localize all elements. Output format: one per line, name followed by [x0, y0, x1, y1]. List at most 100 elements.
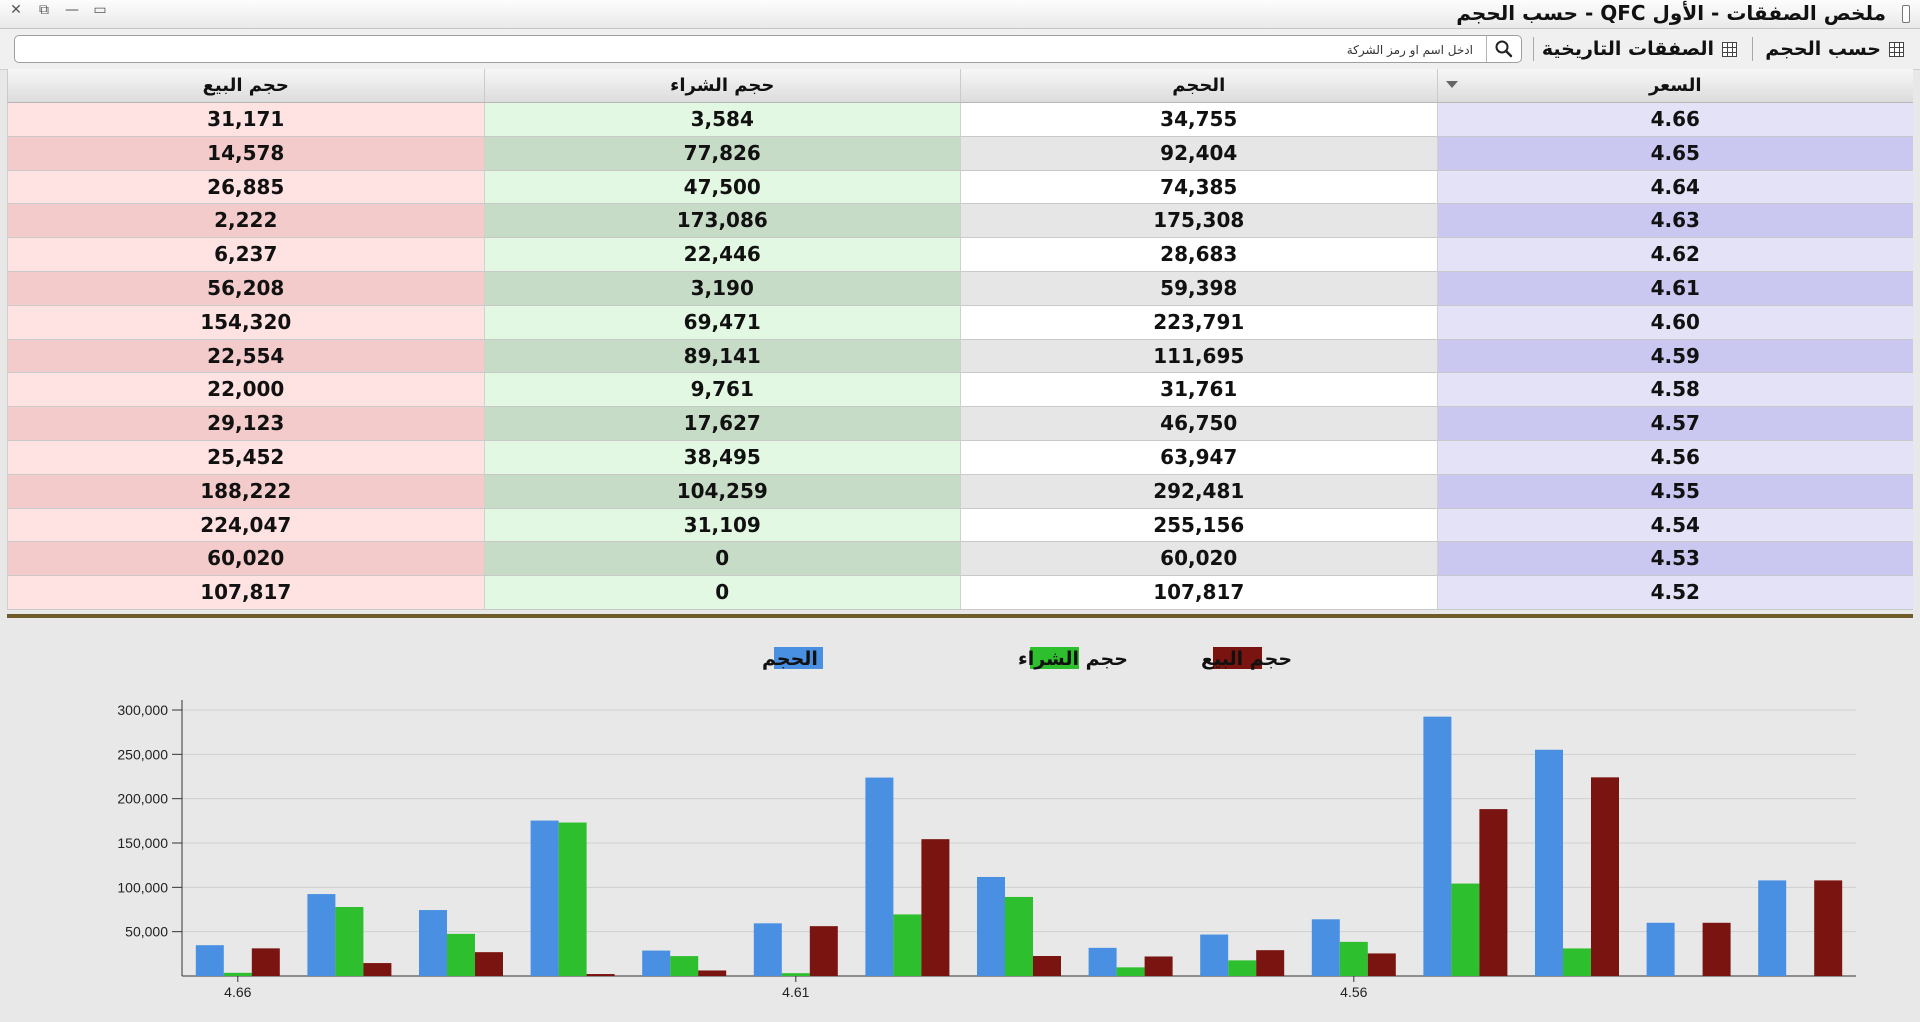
window-controls: ✕ ⧉ — ▭: [8, 1, 108, 19]
sell-volume-cell: 31,171: [7, 103, 484, 137]
volume-cell: 28,683: [960, 238, 1437, 272]
volume-bar: [530, 820, 559, 976]
buy-volume-bar: [893, 914, 922, 976]
sell-volume-bar: [1144, 956, 1173, 976]
sell-volume-cell: 26,885: [7, 170, 484, 205]
toolbar-divider: [1533, 37, 1534, 61]
volume-bar: [1088, 947, 1117, 976]
price-cell: 4.60: [1436, 305, 1913, 340]
table-row[interactable]: 4.57 46,750 17,627 29,123: [7, 407, 1913, 441]
table-row[interactable]: 4.60 223,791 69,471 154,320: [7, 305, 1913, 340]
table-row[interactable]: 4.54 255,156 31,109 224,047: [7, 508, 1913, 543]
volume-cell: 223,791: [960, 305, 1437, 340]
price-cell: 4.54: [1436, 508, 1913, 543]
sell-volume-bar: [809, 926, 838, 976]
window-title: ملخص الصفقات - الأول QFC - حسب الحجم: [1456, 1, 1886, 25]
table-row[interactable]: 4.65 92,404 77,826 14,578: [7, 136, 1913, 171]
column-header-buy-volume[interactable]: حجم الشراء: [483, 69, 961, 102]
maximize-icon[interactable]: ▭: [92, 1, 108, 19]
table-row[interactable]: 4.56 63,947 38,495 25,452: [7, 440, 1913, 475]
buy-volume-bar: [335, 906, 364, 976]
buy-volume-bar: [1563, 948, 1591, 976]
buy-volume-cell: 22,446: [483, 238, 960, 272]
sort-down-icon: [1445, 81, 1458, 88]
table-row[interactable]: 4.63 175,308 173,086 2,222: [7, 204, 1913, 239]
table-body: 4.66 34,755 3,584 31,171 4.65 92,404 77,826 14,…: [7, 103, 1913, 610]
table-row[interactable]: 4.55 292,481 104,259 188,222: [7, 474, 1913, 509]
sell-volume-cell: 22,554: [7, 339, 484, 374]
title-bar: ✕ ⧉ — ▭ ملخص الصفقات - الأول QFC - حسب ا…: [0, 0, 1920, 29]
y-tick-label: 50,000: [125, 924, 168, 940]
historical-trades-button[interactable]: الصفقات التاريخية: [1542, 35, 1737, 63]
volume-bar: [865, 777, 894, 976]
volume-bar: [1646, 922, 1675, 976]
table-row[interactable]: 4.52 107,817 0 107,817: [7, 576, 1913, 610]
trades-table: السعر الحجم حجم الشراء حجم البيع 4.66 34,…: [7, 69, 1913, 610]
table-header: السعر الحجم حجم الشراء حجم البيع: [7, 69, 1913, 103]
buy-volume-cell: 31,109: [483, 508, 960, 543]
price-cell: 4.62: [1436, 238, 1913, 272]
buy-volume-cell: 89,141: [483, 339, 960, 374]
sell-volume-bar: [1256, 950, 1285, 976]
table-row[interactable]: 4.59 111,695 89,141 22,554: [7, 339, 1913, 374]
buy-volume-bar: [1339, 941, 1368, 976]
volume-cell: 60,020: [960, 542, 1437, 577]
y-tick-label: 100,000: [117, 879, 168, 895]
legend-sell-volume-label: حجم البيع: [1201, 648, 1292, 670]
table-row[interactable]: 4.53 60,020 0 60,020: [7, 542, 1913, 577]
volume-cell: 31,761: [960, 373, 1437, 408]
y-tick-label: 250,000: [117, 746, 168, 762]
column-header-volume[interactable]: الحجم: [960, 69, 1437, 102]
buy-volume-bar: [1451, 883, 1480, 976]
buy-volume-bar: [1228, 960, 1257, 976]
sell-volume-cell: 22,000: [7, 373, 484, 408]
grid-icon: [1889, 41, 1904, 57]
window-handle-icon[interactable]: [1902, 5, 1910, 23]
search-button[interactable]: [1486, 36, 1521, 62]
legend-volume-label: الحجم: [762, 648, 818, 670]
price-cell: 4.57: [1436, 407, 1913, 441]
buy-volume-cell: 104,259: [483, 474, 960, 509]
y-tick-label: 150,000: [117, 835, 168, 851]
volume-cell: 92,404: [960, 136, 1437, 171]
price-cell: 4.64: [1436, 170, 1913, 205]
volume-bar: [307, 894, 336, 976]
sell-volume-cell: 25,452: [7, 440, 484, 475]
table-row[interactable]: 4.62 28,683 22,446 6,237: [7, 238, 1913, 272]
y-tick-label: 200,000: [117, 791, 168, 807]
buy-volume-cell: 47,500: [483, 170, 960, 205]
search-input[interactable]: [21, 38, 1475, 62]
price-cell: 4.59: [1436, 339, 1913, 374]
x-tick-label: 4.61: [782, 984, 809, 1000]
sell-volume-bar: [1702, 922, 1731, 976]
column-header-price[interactable]: السعر: [1436, 69, 1914, 102]
volume-cell: 59,398: [960, 271, 1437, 306]
volume-bar: [1758, 880, 1787, 976]
table-row[interactable]: 4.61 59,398 3,190 56,208: [7, 271, 1913, 306]
close-icon[interactable]: ✕: [8, 1, 24, 19]
volume-cell: 111,695: [960, 339, 1437, 374]
buy-volume-cell: 0: [483, 542, 960, 577]
table-row[interactable]: 4.66 34,755 3,584 31,171: [7, 103, 1913, 137]
volume-bar: [753, 923, 782, 976]
table-row[interactable]: 4.64 74,385 47,500 26,885: [7, 170, 1913, 205]
volume-bar: [1535, 749, 1563, 976]
toolbar-divider: [1752, 37, 1753, 61]
buy-volume-cell: 0: [483, 576, 960, 610]
by-volume-label: حسب الحجم: [1765, 38, 1881, 60]
volume-cell: 74,385: [960, 170, 1437, 205]
minimize-icon[interactable]: —: [64, 1, 80, 19]
restore-icon[interactable]: ⧉: [36, 1, 52, 19]
sell-volume-bar: [1591, 777, 1619, 976]
column-header-sell-volume[interactable]: حجم البيع: [7, 69, 484, 102]
sell-volume-cell: 60,020: [7, 542, 484, 577]
sell-volume-cell: 56,208: [7, 271, 484, 306]
table-row[interactable]: 4.58 31,761 9,761 22,000: [7, 373, 1913, 408]
buy-volume-cell: 38,495: [483, 440, 960, 475]
toolbar: حسب الحجم الصفقات التاريخية: [0, 29, 1920, 70]
price-cell: 4.65: [1436, 136, 1913, 171]
volume-cell: 107,817: [960, 576, 1437, 610]
by-volume-button[interactable]: حسب الحجم: [1765, 35, 1904, 63]
buy-volume-bar: [558, 822, 587, 976]
sell-volume-cell: 2,222: [7, 204, 484, 239]
